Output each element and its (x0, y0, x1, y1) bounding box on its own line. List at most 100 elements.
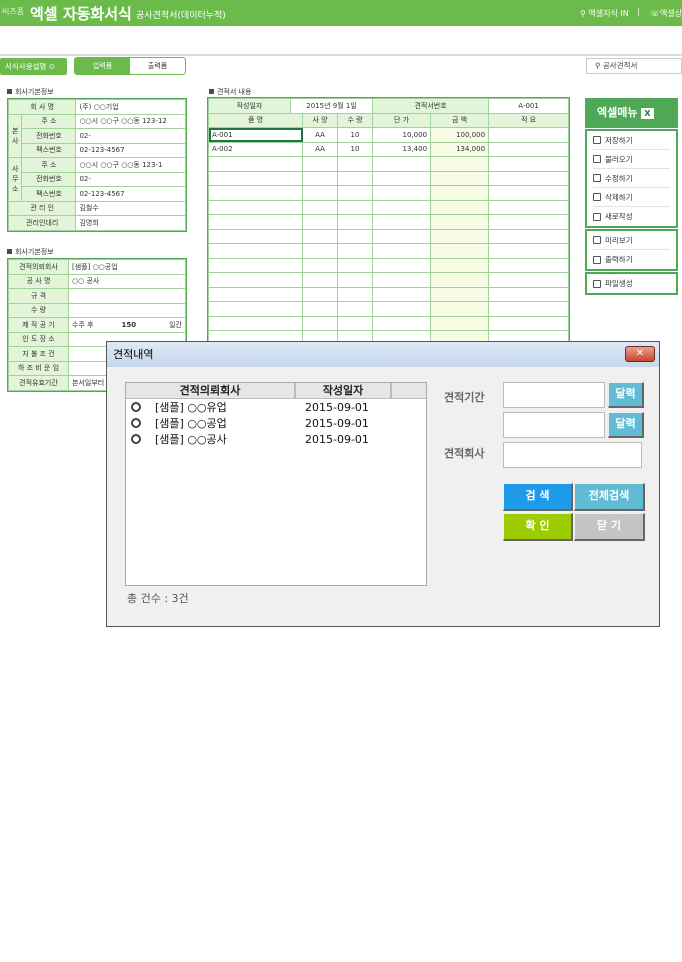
menu-item[interactable]: 출력하기 (593, 250, 670, 269)
cell-note[interactable] (488, 257, 570, 273)
menu-item[interactable]: 삭제하기 (593, 188, 670, 207)
cell-price[interactable]: 10,000 (372, 127, 432, 143)
cell-amount[interactable]: 134,000 (430, 141, 490, 157)
cell-item[interactable] (208, 286, 303, 302)
cell-note[interactable] (488, 301, 570, 317)
value[interactable]: ○○ 공사 (68, 273, 186, 289)
cell-item[interactable] (208, 185, 303, 201)
menu-item[interactable]: 불러오기 (593, 150, 670, 169)
cell-spec[interactable] (302, 301, 338, 317)
period-start-input[interactable] (503, 382, 605, 408)
cell-amount[interactable] (430, 185, 490, 201)
cell-note[interactable] (488, 228, 570, 244)
cell-item[interactable] (208, 243, 303, 259)
cell-note[interactable] (488, 272, 570, 288)
cell-note[interactable] (488, 214, 570, 230)
cell-amount[interactable] (430, 272, 490, 288)
cell-item[interactable] (208, 315, 303, 331)
radio-button[interactable] (131, 434, 141, 444)
menu-item[interactable]: 저장하기 (593, 131, 670, 150)
cell-spec[interactable] (302, 286, 338, 302)
col-company[interactable]: 견적의뢰회사 (126, 383, 296, 398)
cell-qty[interactable]: 10 (336, 141, 374, 157)
menu-item[interactable]: 새로작성 (593, 207, 670, 226)
brand-title[interactable]: 엑셀 자동화서식 (30, 3, 132, 24)
cell-note[interactable] (488, 286, 570, 302)
calendar-end-button[interactable]: 달력 (608, 412, 644, 438)
value[interactable]: ○○시 ○○구 ○○동 123-12 (75, 113, 186, 129)
cell-amount[interactable]: 100,000 (430, 127, 490, 143)
search-all-button[interactable]: 전체검색 (574, 483, 645, 511)
value[interactable]: (주) ○○기업 (75, 99, 186, 115)
period-end-input[interactable] (503, 412, 605, 438)
cell-note[interactable] (488, 199, 570, 215)
cell-qty[interactable] (336, 199, 374, 215)
cell-price[interactable] (372, 156, 432, 172)
close-icon[interactable]: ✕ (625, 346, 655, 362)
company-input[interactable] (503, 442, 642, 468)
cell-item[interactable] (208, 170, 303, 186)
cell-note[interactable] (488, 243, 570, 259)
cell-price[interactable] (372, 243, 432, 259)
list-item[interactable]: [샘플] ○○공사 2015-09-01 (126, 431, 426, 447)
value[interactable]: ○○시 ○○구 ○○동 123-1 (75, 157, 186, 173)
cell-amount[interactable] (430, 301, 490, 317)
value[interactable]: 김영희 (75, 215, 186, 231)
cell-spec[interactable]: AA (302, 127, 338, 143)
cell-spec[interactable] (302, 156, 338, 172)
cell-qty[interactable] (336, 185, 374, 201)
cell-spec[interactable] (302, 214, 338, 230)
knowledge-link[interactable]: ⚲ 엑셀지식 IN (580, 8, 629, 19)
menu-item[interactable]: 미리보기 (593, 231, 670, 250)
cell-amount[interactable] (430, 257, 490, 273)
cell-qty[interactable] (336, 228, 374, 244)
list-item[interactable]: [샘플] ○○유업 2015-09-01 (126, 399, 426, 415)
close-button[interactable]: 닫 기 (574, 513, 645, 541)
cell-price[interactable] (372, 301, 432, 317)
cell-qty[interactable] (336, 272, 374, 288)
cell-note[interactable] (488, 315, 570, 331)
cell-note[interactable] (488, 170, 570, 186)
cell-price[interactable] (372, 257, 432, 273)
radio-button[interactable] (131, 418, 141, 428)
menu-item[interactable]: 파일생성 (593, 274, 670, 293)
search-input[interactable]: ⚲ 공사견적서 (586, 58, 682, 74)
cell-price[interactable] (372, 185, 432, 201)
cell-spec[interactable] (302, 199, 338, 215)
cell-price[interactable]: 13,400 (372, 141, 432, 157)
consult-link[interactable]: ☏엑셀상담 (650, 8, 682, 19)
cell-item[interactable]: A-001 (208, 127, 303, 143)
value[interactable]: 02- (75, 128, 186, 144)
value[interactable]: 수주 후 150 일간 (68, 317, 186, 333)
cell-amount[interactable] (430, 156, 490, 172)
cell-amount[interactable] (430, 243, 490, 259)
cell-amount[interactable] (430, 199, 490, 215)
value[interactable]: 02-123-4567 (75, 142, 186, 158)
value[interactable]: 02- (75, 171, 186, 187)
cell-item[interactable] (208, 272, 303, 288)
cell-note[interactable] (488, 141, 570, 157)
cell-spec[interactable] (302, 257, 338, 273)
cell-item[interactable] (208, 199, 303, 215)
cell-qty[interactable] (336, 214, 374, 230)
cell-qty[interactable] (336, 243, 374, 259)
result-list[interactable]: 견적의뢰회사 작성일자 [샘플] ○○유업 2015-09-01 [샘플] ○○공업 2… (125, 382, 427, 586)
cell-price[interactable] (372, 228, 432, 244)
cell-item[interactable] (208, 214, 303, 230)
cell-qty[interactable] (336, 315, 374, 331)
cell-amount[interactable] (430, 170, 490, 186)
cell-spec[interactable]: AA (302, 141, 338, 157)
cell-item[interactable] (208, 156, 303, 172)
cell-note[interactable] (488, 185, 570, 201)
cell-item[interactable] (208, 257, 303, 273)
tab-input[interactable]: 입력폼 (75, 58, 130, 74)
search-button[interactable]: 검 색 (503, 483, 573, 511)
col-date[interactable]: 작성일자 (296, 383, 392, 398)
cell-price[interactable] (372, 199, 432, 215)
value[interactable]: 02-123-4567 (75, 186, 186, 202)
value[interactable]: [샘플] ○○공업 (68, 259, 186, 275)
cell-qty[interactable] (336, 301, 374, 317)
cell-qty[interactable] (336, 156, 374, 172)
cell-price[interactable] (372, 214, 432, 230)
cell-price[interactable] (372, 286, 432, 302)
